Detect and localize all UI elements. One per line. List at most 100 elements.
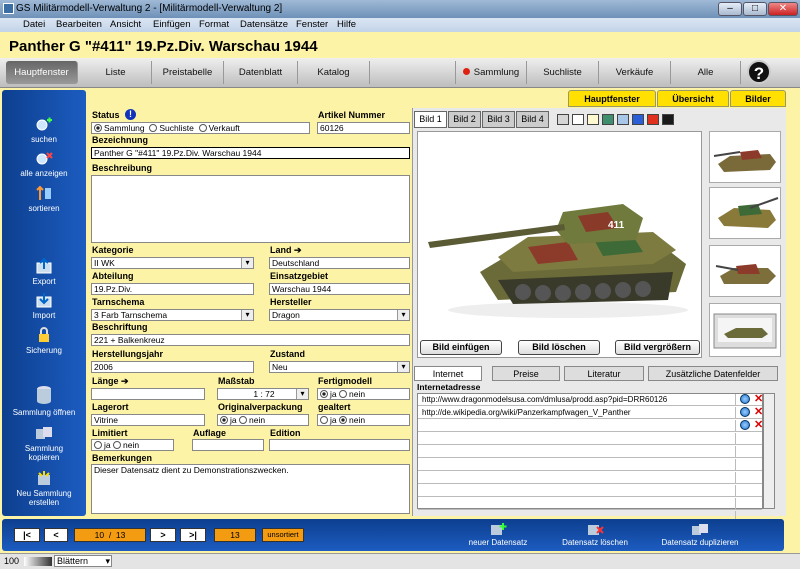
- bild-einfuegen-button[interactable]: Bild einfügen: [420, 340, 502, 355]
- land-field[interactable]: Deutschland: [269, 257, 410, 269]
- url-row[interactable]: [418, 472, 762, 484]
- menu-hilfe[interactable]: Hilfe: [337, 19, 356, 30]
- tab-literatur[interactable]: Literatur: [564, 366, 644, 381]
- url-row[interactable]: [418, 446, 762, 458]
- maximize-button[interactable]: □: [743, 2, 767, 16]
- kategorie-select[interactable]: II WK: [91, 257, 254, 269]
- url-row[interactable]: [418, 459, 762, 471]
- tab-bild-2[interactable]: Bild 2: [448, 111, 481, 128]
- originalverpackung-radio-nein[interactable]: nein: [239, 415, 265, 425]
- nav-datenblatt[interactable]: Datenblatt: [224, 61, 298, 84]
- arrow-right-icon[interactable]: ➔: [121, 376, 129, 386]
- url-cell[interactable]: http://www.dragonmodelsusa.com/dmlusa/pr…: [418, 394, 736, 406]
- auflage-field[interactable]: [192, 439, 264, 451]
- massstab-select[interactable]: 1 : 72: [217, 388, 309, 400]
- sidebar-alle-anzeigen[interactable]: alle anzeigen: [2, 150, 86, 178]
- next-record-button[interactable]: >: [150, 528, 176, 542]
- sidebar-sortieren[interactable]: sortieren: [2, 185, 86, 213]
- status-radio-suchliste[interactable]: Suchliste: [149, 123, 194, 133]
- gealtert-radio-nein[interactable]: nein: [339, 415, 365, 425]
- fertigmodell-radio-ja[interactable]: ja: [320, 389, 337, 399]
- color-swatch[interactable]: [632, 114, 644, 125]
- nav-alle[interactable]: Alle: [671, 61, 741, 84]
- sidebar-export[interactable]: Export: [2, 258, 86, 286]
- menu-fenster[interactable]: Fenster: [296, 19, 328, 30]
- nav-suchliste[interactable]: Suchliste: [527, 61, 599, 84]
- sidebar-sicherung[interactable]: Sicherung: [2, 327, 86, 355]
- laenge-field[interactable]: [91, 388, 205, 400]
- sidebar-sammlung-kopieren[interactable]: Sammlung kopieren: [2, 425, 86, 462]
- url-cell[interactable]: [418, 485, 736, 497]
- limitiert-radio-nein[interactable]: nein: [113, 440, 139, 450]
- bild-loeschen-button[interactable]: Bild löschen: [518, 340, 600, 355]
- url-cell[interactable]: [418, 420, 736, 432]
- fertigmodell-radio-nein[interactable]: nein: [339, 389, 365, 399]
- url-scrollbar[interactable]: [763, 393, 775, 509]
- close-button[interactable]: ✕: [768, 2, 798, 16]
- thumbnail-1[interactable]: [709, 131, 781, 183]
- tab-preise[interactable]: Preise: [492, 366, 560, 381]
- help-button[interactable]: ?: [747, 60, 771, 84]
- color-swatch[interactable]: [572, 114, 584, 125]
- thumbnail-2[interactable]: [709, 187, 781, 239]
- beschriftung-field[interactable]: 221 + Balkenkreuz: [91, 334, 410, 346]
- tab-hauptfenster[interactable]: Hauptfenster: [568, 90, 656, 107]
- zustand-select[interactable]: Neu: [269, 361, 410, 373]
- url-cell[interactable]: [418, 459, 736, 471]
- prev-record-button[interactable]: <: [44, 528, 68, 542]
- artikel-field[interactable]: 60126: [317, 122, 410, 134]
- abteilung-field[interactable]: 19.Pz.Div.: [91, 283, 254, 295]
- view-mode-select[interactable]: Blättern ▾: [54, 555, 112, 567]
- hersteller-select[interactable]: Dragon: [269, 309, 410, 321]
- url-row[interactable]: [418, 433, 762, 445]
- url-cell[interactable]: [418, 433, 736, 445]
- datensatz-duplizieren-button[interactable]: Datensatz duplizieren: [652, 522, 748, 547]
- nav-hauptfenster[interactable]: Hauptfenster: [6, 61, 78, 84]
- sidebar-neu-sammlung[interactable]: Neu Sammlung erstellen: [2, 470, 86, 507]
- nav-verkaeufe[interactable]: Verkäufe: [599, 61, 671, 84]
- color-swatch[interactable]: [587, 114, 599, 125]
- tarnschema-select[interactable]: 3 Farb Tarnschema: [91, 309, 254, 321]
- thumbnail-4[interactable]: [709, 303, 781, 357]
- minimize-button[interactable]: –: [718, 2, 742, 16]
- tab-bild-4[interactable]: Bild 4: [516, 111, 549, 128]
- menu-format[interactable]: Format: [199, 19, 229, 30]
- color-swatch[interactable]: [647, 114, 659, 125]
- nav-liste[interactable]: Liste: [80, 61, 152, 84]
- url-cell[interactable]: [418, 472, 736, 484]
- menu-datei[interactable]: Datei: [23, 19, 45, 30]
- url-cell[interactable]: [418, 446, 736, 458]
- nav-preistabelle[interactable]: Preistabelle: [152, 61, 224, 84]
- zoom-level[interactable]: 100: [4, 556, 19, 566]
- tab-uebersicht[interactable]: Übersicht: [657, 90, 729, 107]
- bild-vergroessern-button[interactable]: Bild vergrößern: [615, 340, 700, 355]
- sidebar-sammlung-oeffnen[interactable]: Sammlung öffnen: [2, 385, 86, 417]
- edition-field[interactable]: [269, 439, 410, 451]
- open-link-icon[interactable]: [740, 420, 750, 430]
- menu-einfuegen[interactable]: Einfügen: [153, 19, 191, 30]
- status-radio-verkauft[interactable]: Verkauft: [198, 123, 240, 133]
- url-row[interactable]: [418, 498, 762, 510]
- einsatzgebiet-field[interactable]: Warschau 1944: [269, 283, 410, 295]
- status-radio-sammlung[interactable]: Sammlung: [94, 123, 145, 133]
- herstellungsjahr-field[interactable]: 2006: [91, 361, 254, 373]
- tab-zusaetzliche-datenfelder[interactable]: Zusätzliche Datenfelder: [648, 366, 778, 381]
- tab-bild-1[interactable]: Bild 1: [414, 111, 447, 128]
- sidebar-suchen[interactable]: suchen: [2, 116, 86, 144]
- neuer-datensatz-button[interactable]: neuer Datensatz: [460, 522, 536, 547]
- url-row[interactable]: http://www.dragonmodelsusa.com/dmlusa/pr…: [418, 394, 763, 406]
- datensatz-loeschen-button[interactable]: Datensatz löschen: [555, 522, 635, 547]
- thumbnail-3[interactable]: [709, 245, 781, 297]
- sidebar-import[interactable]: Import: [2, 292, 86, 320]
- open-link-icon[interactable]: [740, 407, 750, 417]
- url-row[interactable]: http://de.wikipedia.org/wiki/Panzerkampf…: [418, 407, 763, 419]
- color-swatch[interactable]: [617, 114, 629, 125]
- color-swatch[interactable]: [602, 114, 614, 125]
- url-cell[interactable]: [418, 498, 736, 510]
- beschreibung-field[interactable]: [91, 175, 410, 243]
- url-row[interactable]: [418, 485, 762, 497]
- originalverpackung-radio-ja[interactable]: ja: [220, 415, 237, 425]
- tab-internet[interactable]: Internet: [414, 366, 482, 381]
- menu-datensaetze[interactable]: Datensätze: [240, 19, 288, 30]
- nav-sammlung[interactable]: Sammlung: [455, 61, 527, 84]
